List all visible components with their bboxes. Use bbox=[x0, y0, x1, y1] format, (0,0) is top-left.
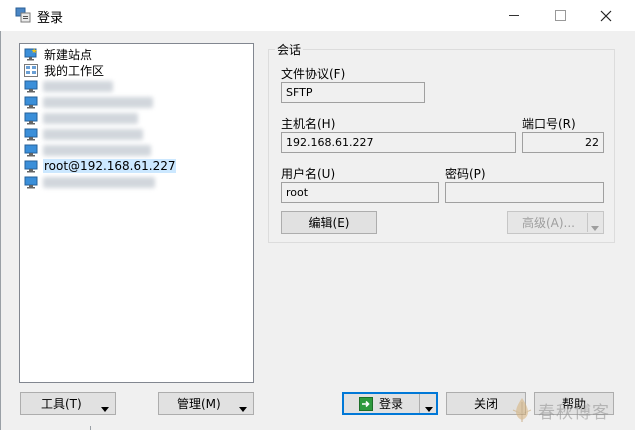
manage-button[interactable]: 管理(M) bbox=[158, 392, 254, 415]
login-button-label: 登录 bbox=[379, 397, 404, 411]
site-item-label: root@192.168.61.227 bbox=[43, 159, 177, 173]
redacted-label bbox=[43, 128, 143, 140]
left-edge-line bbox=[0, 31, 1, 430]
login-button[interactable]: 登录 bbox=[342, 392, 438, 415]
chevron-down-icon bbox=[425, 401, 433, 415]
login-split-divider bbox=[419, 394, 420, 413]
edit-button[interactable]: 编辑(E) bbox=[281, 211, 377, 234]
computer-icon bbox=[24, 128, 38, 140]
maximize-button[interactable] bbox=[537, 0, 583, 31]
computer-icon bbox=[24, 96, 38, 108]
window-title: 登录 bbox=[37, 11, 64, 26]
advanced-split-divider bbox=[587, 213, 588, 232]
redacted-label bbox=[43, 112, 138, 124]
maximize-icon bbox=[554, 10, 566, 21]
redacted-label bbox=[43, 176, 155, 188]
computer-icon bbox=[24, 112, 38, 124]
site-item-redacted[interactable] bbox=[24, 94, 153, 110]
close-button-label: 关闭 bbox=[473, 397, 498, 411]
site-item-redacted[interactable] bbox=[24, 78, 113, 94]
tools-button-label: 工具(T) bbox=[41, 397, 82, 411]
advanced-button-label: 高级(A)... bbox=[521, 216, 576, 230]
title-bar: 登录 bbox=[0, 0, 635, 31]
edge-line bbox=[90, 426, 91, 430]
minimize-icon bbox=[509, 15, 519, 16]
close-window-button[interactable] bbox=[583, 0, 629, 31]
port-label: 端口号(R) bbox=[522, 117, 576, 131]
protocol-label: 文件协议(F) bbox=[281, 67, 346, 81]
redacted-label bbox=[43, 96, 153, 108]
computer-icon bbox=[24, 144, 38, 156]
redacted-label bbox=[43, 80, 113, 92]
redacted-label bbox=[43, 144, 151, 156]
host-field[interactable]: 192.168.61.227 bbox=[281, 132, 516, 153]
protocol-select[interactable]: SFTP bbox=[281, 82, 425, 103]
site-item-redacted[interactable] bbox=[24, 174, 155, 190]
chevron-down-icon bbox=[101, 401, 109, 415]
user-field[interactable]: root bbox=[281, 182, 439, 203]
site-item-redacted[interactable] bbox=[24, 110, 138, 126]
new-site-icon bbox=[24, 47, 37, 60]
user-label: 用户名(U) bbox=[281, 167, 336, 181]
site-item-label: 新建站点 bbox=[44, 47, 93, 62]
login-window: 登录 新建站点 我的工作区 root@192.168.61.227 会话 文件协… bbox=[0, 0, 635, 430]
login-icon bbox=[359, 396, 373, 411]
manage-button-label: 管理(M) bbox=[177, 397, 221, 411]
chevron-down-icon bbox=[239, 401, 247, 415]
session-group-title: 会话 bbox=[275, 41, 304, 58]
site-item-label: 我的工作区 bbox=[44, 63, 105, 78]
site-item-workspace[interactable]: 我的工作区 bbox=[24, 62, 105, 78]
computer-icon bbox=[24, 176, 38, 188]
port-field[interactable]: 22 bbox=[522, 132, 604, 153]
blog-watermark: 春秋博客 bbox=[510, 392, 632, 428]
minimize-button[interactable] bbox=[491, 0, 537, 31]
watermark-text: 春秋博客 bbox=[538, 402, 610, 423]
leaf-logo-icon bbox=[512, 398, 532, 422]
password-field[interactable] bbox=[445, 182, 604, 203]
close-icon bbox=[600, 10, 612, 21]
computer-icon bbox=[24, 80, 38, 92]
winscp-app-icon bbox=[15, 7, 31, 23]
password-label: 密码(P) bbox=[445, 167, 486, 181]
chevron-down-icon bbox=[591, 220, 599, 234]
site-item-new[interactable]: 新建站点 bbox=[24, 46, 93, 62]
site-item-redacted[interactable] bbox=[24, 142, 151, 158]
workspace-icon bbox=[24, 63, 38, 77]
host-label: 主机名(H) bbox=[281, 117, 336, 131]
edit-button-label: 编辑(E) bbox=[308, 216, 350, 230]
site-item-redacted[interactable] bbox=[24, 126, 143, 142]
computer-icon bbox=[24, 160, 38, 172]
site-item-selected[interactable]: root@192.168.61.227 bbox=[24, 158, 177, 174]
site-tree[interactable]: 新建站点 我的工作区 root@192.168.61.227 bbox=[19, 43, 254, 383]
tools-button[interactable]: 工具(T) bbox=[20, 392, 116, 415]
advanced-button[interactable]: 高级(A)... bbox=[507, 211, 604, 234]
